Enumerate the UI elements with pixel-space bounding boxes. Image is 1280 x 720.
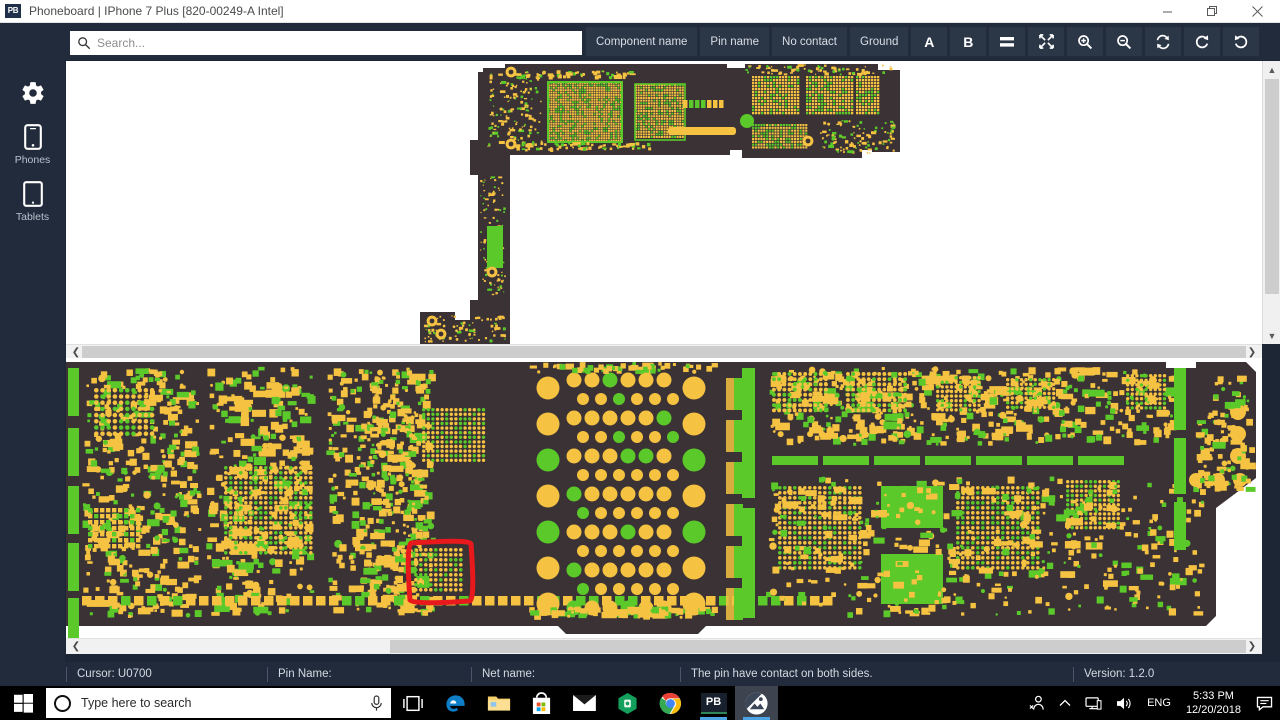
expand-arrows-icon <box>1038 34 1054 49</box>
equals-icon <box>1000 36 1015 47</box>
top-vscroll-thumb[interactable] <box>1265 79 1279 294</box>
phoneboard-taskbar-icon: PB <box>700 692 727 714</box>
network-icon <box>1085 696 1102 710</box>
window-controls <box>1145 0 1280 23</box>
status-version: Version: 1.2.0 <box>1084 668 1155 680</box>
board-bottom-view[interactable] <box>66 358 1262 638</box>
restore-button[interactable] <box>1190 0 1235 23</box>
board-detail-panel[interactable] <box>66 358 1262 638</box>
sidebar-item-tablets-label: Tablets <box>15 211 50 223</box>
notification-icon <box>1256 696 1273 711</box>
chrome-icon <box>659 692 682 714</box>
microphone-icon[interactable] <box>370 694 383 712</box>
status-cursor: Cursor: U0700 <box>77 668 152 680</box>
status-net-name: Net name: <box>482 668 536 680</box>
windows-logo-icon <box>13 693 33 713</box>
volume-tray-button[interactable] <box>1109 686 1140 720</box>
green-hex-app-icon <box>618 692 637 714</box>
board-overview-panel[interactable] <box>66 61 1262 344</box>
phone-icon <box>23 124 42 150</box>
zoom-out-icon <box>1117 34 1132 49</box>
sidebar-item-phones-label: Phones <box>14 154 51 166</box>
scroll-left-icon-2[interactable]: ❮ <box>68 639 84 654</box>
reset-button[interactable] <box>1223 27 1260 56</box>
side-b-button[interactable]: B <box>950 27 987 56</box>
board-top-view[interactable] <box>66 61 1262 344</box>
zoom-in-icon <box>1078 34 1093 49</box>
clock-date: 12/20/2018 <box>1185 704 1241 716</box>
split-view-button[interactable] <box>989 27 1026 56</box>
ground-button[interactable]: Ground <box>850 27 909 56</box>
pin-name-button[interactable]: Pin name <box>700 27 770 56</box>
status-message: The pin have contact on both sides. <box>691 668 873 680</box>
sidebar: Phones Tablets <box>0 60 65 662</box>
chevron-up-icon <box>1059 699 1071 706</box>
people-tray-button[interactable] <box>1022 686 1052 720</box>
zoom-out-button[interactable] <box>1106 27 1143 56</box>
sidebar-item-tablets[interactable]: Tablets <box>0 174 65 231</box>
gear-icon <box>21 82 44 104</box>
show-hidden-icons-button[interactable] <box>1052 686 1078 720</box>
rotate-cw-icon <box>1196 34 1209 48</box>
status-bar: Cursor: U0700 Pin Name: Net name: The pi… <box>0 662 1280 686</box>
sidebar-item-phones[interactable]: Phones <box>0 117 65 174</box>
top-panel-vscrollbar[interactable]: ▲ ▼ <box>1262 61 1280 344</box>
mail-taskbar-icon[interactable] <box>563 686 606 720</box>
search-box[interactable] <box>70 31 582 55</box>
microsoft-store-icon <box>532 691 551 714</box>
side-a-button[interactable]: A <box>911 27 948 56</box>
taskbar-search-placeholder: Type here to search <box>81 696 192 710</box>
task-view-icon <box>402 695 423 711</box>
clock-time: 5:33 PM <box>1192 690 1234 702</box>
status-pin-name: Pin Name: <box>278 668 332 680</box>
title-bar: PB Phoneboard | IPhone 7 Plus [820-00249… <box>0 0 1280 23</box>
search-input[interactable] <box>97 36 575 50</box>
edge-icon <box>446 694 465 712</box>
file-explorer-icon <box>487 696 510 711</box>
component-name-button[interactable]: Component name <box>586 27 698 56</box>
mail-icon <box>573 694 596 712</box>
language-indicator[interactable]: ENG <box>1140 686 1178 720</box>
cortana-icon <box>54 694 71 712</box>
system-tray: ENG 5:33 PM 12/20/2018 <box>1022 686 1280 720</box>
scroll-up-icon[interactable]: ▲ <box>1263 61 1280 78</box>
task-view-button[interactable] <box>391 686 434 720</box>
edge-taskbar-icon[interactable] <box>434 686 477 720</box>
photo-viewer-icon <box>745 691 768 715</box>
store-taskbar-icon[interactable] <box>520 686 563 720</box>
file-explorer-taskbar-icon[interactable] <box>477 686 520 720</box>
close-button[interactable] <box>1235 0 1280 23</box>
chrome-taskbar-icon[interactable] <box>649 686 692 720</box>
toolbar-buttons: Component name Pin name No contact Groun… <box>586 27 1260 56</box>
taskbar: Type here to search PB ENG 5:33 PM 12/20… <box>0 686 1280 720</box>
clock[interactable]: 5:33 PM 12/20/2018 <box>1178 686 1249 720</box>
tablet-icon <box>22 181 43 207</box>
bottom-panel-hscrollbar[interactable]: ❮ ❯ <box>66 638 1262 654</box>
scroll-right-icon-2[interactable]: ❯ <box>1244 639 1260 654</box>
bottom-hscroll-thumb[interactable] <box>390 640 1246 653</box>
no-contact-button[interactable]: No contact <box>772 27 847 56</box>
green-app-taskbar-icon[interactable] <box>606 686 649 720</box>
rotate-ccw-icon <box>1235 34 1248 48</box>
network-tray-button[interactable] <box>1078 686 1109 720</box>
action-center-button[interactable] <box>1249 686 1280 720</box>
volume-icon <box>1117 697 1131 709</box>
fullscreen-button[interactable] <box>1028 27 1065 56</box>
minimize-button[interactable] <box>1145 0 1190 23</box>
taskbar-search[interactable]: Type here to search <box>46 688 391 718</box>
search-icon <box>78 37 91 50</box>
sidebar-item-settings[interactable] <box>0 74 65 117</box>
rotate-cw-button[interactable] <box>1184 27 1221 56</box>
photo-viewer-taskbar-button[interactable] <box>735 686 778 720</box>
window-title: Phoneboard | IPhone 7 Plus [820-00249-A … <box>29 4 284 18</box>
zoom-in-button[interactable] <box>1067 27 1104 56</box>
scroll-down-icon[interactable]: ▼ <box>1263 327 1280 344</box>
app-logo-icon: PB <box>5 4 21 18</box>
sync-icon <box>1157 34 1170 49</box>
people-icon <box>1029 695 1044 710</box>
start-button[interactable] <box>0 686 46 720</box>
sync-button[interactable] <box>1145 27 1182 56</box>
phoneboard-taskbar-button[interactable]: PB <box>692 686 735 720</box>
